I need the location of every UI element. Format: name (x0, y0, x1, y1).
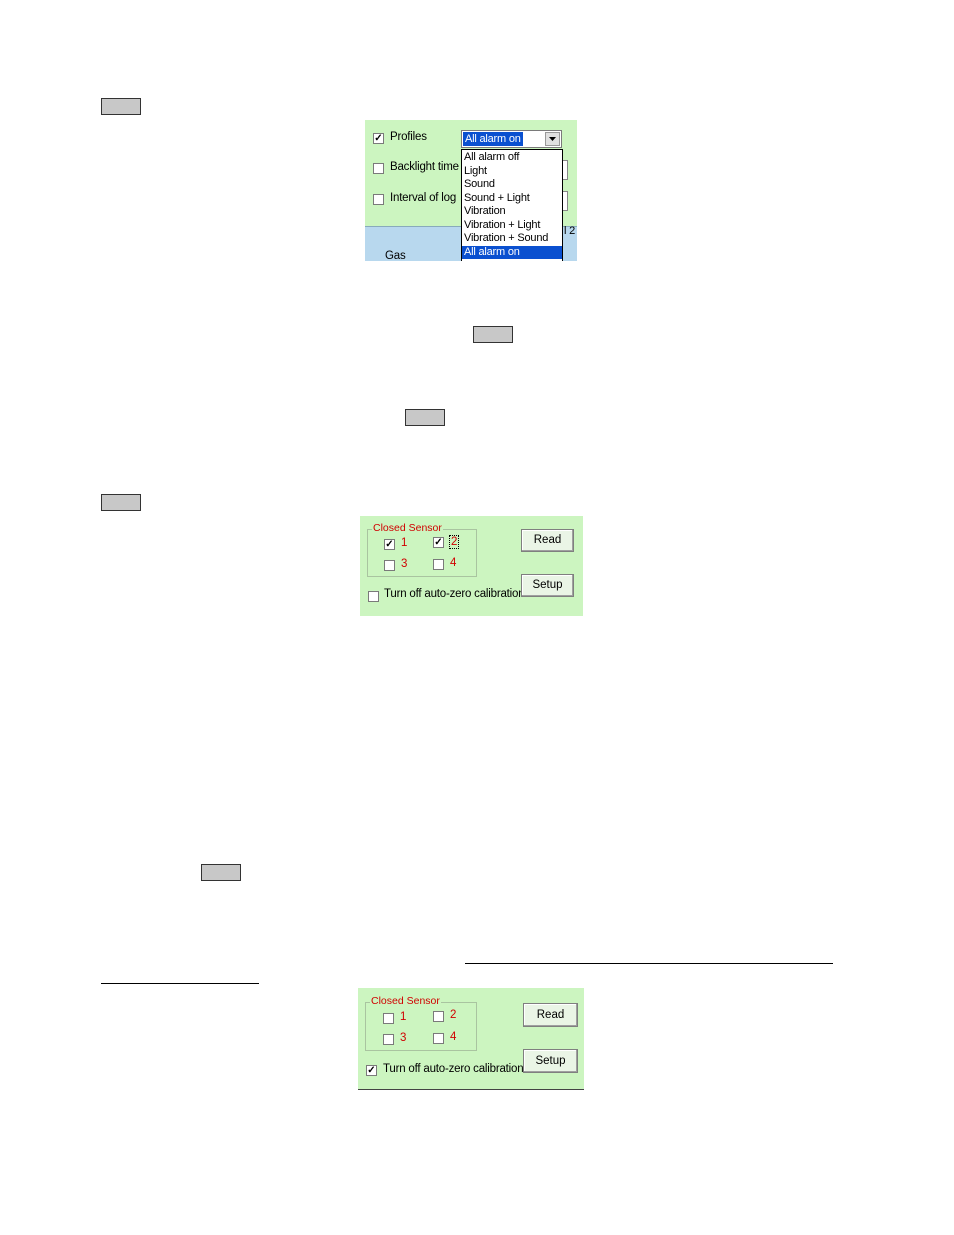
sensor-panel-1: Closed Sensor ✓ 1 ✓ 2 3 4 Turn off auto-… (360, 516, 583, 616)
sensor-4-checkbox[interactable] (433, 559, 444, 570)
gray-placeholder-3 (405, 409, 445, 426)
sensor-3-checkbox[interactable] (383, 1034, 394, 1045)
sensor-1-checkbox[interactable]: ✓ (384, 539, 395, 550)
auto-zero-checkbox[interactable] (368, 591, 379, 602)
dropdown-option[interactable]: Light (462, 165, 562, 179)
interval-checkbox[interactable] (373, 194, 384, 205)
dropdown-option[interactable]: Vibration + Sound (462, 232, 562, 246)
dropdown-option[interactable]: Sound + Light (462, 192, 562, 206)
profiles-panel: Gas ✓ Profiles Backlight time Interval o… (365, 120, 577, 261)
sensor-2-checkbox[interactable]: ✓ (433, 537, 444, 548)
interval-label: Interval of log (390, 192, 457, 204)
dropdown-option[interactable]: Vibration + Light (462, 219, 562, 233)
setup-button[interactable]: Setup (523, 1049, 578, 1073)
sensor-4-checkbox[interactable] (433, 1033, 444, 1044)
gray-placeholder-2 (473, 326, 513, 343)
underline-rule-2 (101, 983, 259, 984)
backlight-checkbox[interactable] (373, 163, 384, 174)
gray-placeholder-1 (101, 98, 141, 115)
auto-zero-label: Turn off auto-zero calibration (383, 1063, 524, 1075)
auto-zero-label: Turn off auto-zero calibration (384, 588, 525, 600)
profile-dropdown-list[interactable]: All alarm off Light Sound Sound + Light Vibr… (461, 149, 563, 261)
profiles-label: Profiles (390, 131, 427, 143)
closed-sensor-title: Closed Sensor (372, 522, 443, 534)
sensor-3-checkbox[interactable] (384, 560, 395, 571)
dropdown-option[interactable]: All alarm off (462, 151, 562, 165)
profile-select[interactable]: All alarm on (461, 130, 562, 148)
sensor-1-label: 1 (400, 1011, 407, 1023)
sensor-4-label: 4 (450, 1031, 457, 1043)
closed-sensor-title: Closed Sensor (370, 995, 441, 1007)
sensor-4-label: 4 (450, 557, 457, 569)
sensor-3-label: 3 (400, 1032, 407, 1044)
chevron-down-icon[interactable] (545, 132, 560, 146)
sensor-1-checkbox[interactable] (383, 1013, 394, 1024)
read-button[interactable]: Read (523, 1003, 578, 1027)
gas-label: Gas (385, 250, 406, 261)
sensor-panel-2: Closed Sensor 1 2 3 4 ✓ Turn off auto-ze… (358, 988, 584, 1090)
profile-select-value: All alarm on (463, 132, 523, 146)
setup-button[interactable]: Setup (521, 574, 574, 597)
sensor-2-label: 2 (449, 535, 460, 549)
underline-rule-1 (465, 963, 833, 964)
gray-placeholder-5 (201, 864, 241, 881)
dropdown-option[interactable]: Sound (462, 178, 562, 192)
header-fragment: l 2 (564, 225, 576, 237)
read-button[interactable]: Read (521, 529, 574, 552)
sensor-3-label: 3 (401, 558, 408, 570)
dropdown-option[interactable]: Vibration (462, 205, 562, 219)
sensor-1-label: 1 (401, 537, 408, 549)
sensor-2-checkbox[interactable] (433, 1011, 444, 1022)
sensor-2-label: 2 (450, 1009, 457, 1021)
gray-placeholder-4 (101, 494, 141, 511)
profiles-checkbox[interactable]: ✓ (373, 133, 384, 144)
closed-sensor-group (365, 1002, 477, 1051)
auto-zero-checkbox[interactable]: ✓ (366, 1065, 377, 1076)
dropdown-option[interactable]: All alarm on (462, 245, 562, 259)
backlight-label: Backlight time (390, 161, 459, 173)
